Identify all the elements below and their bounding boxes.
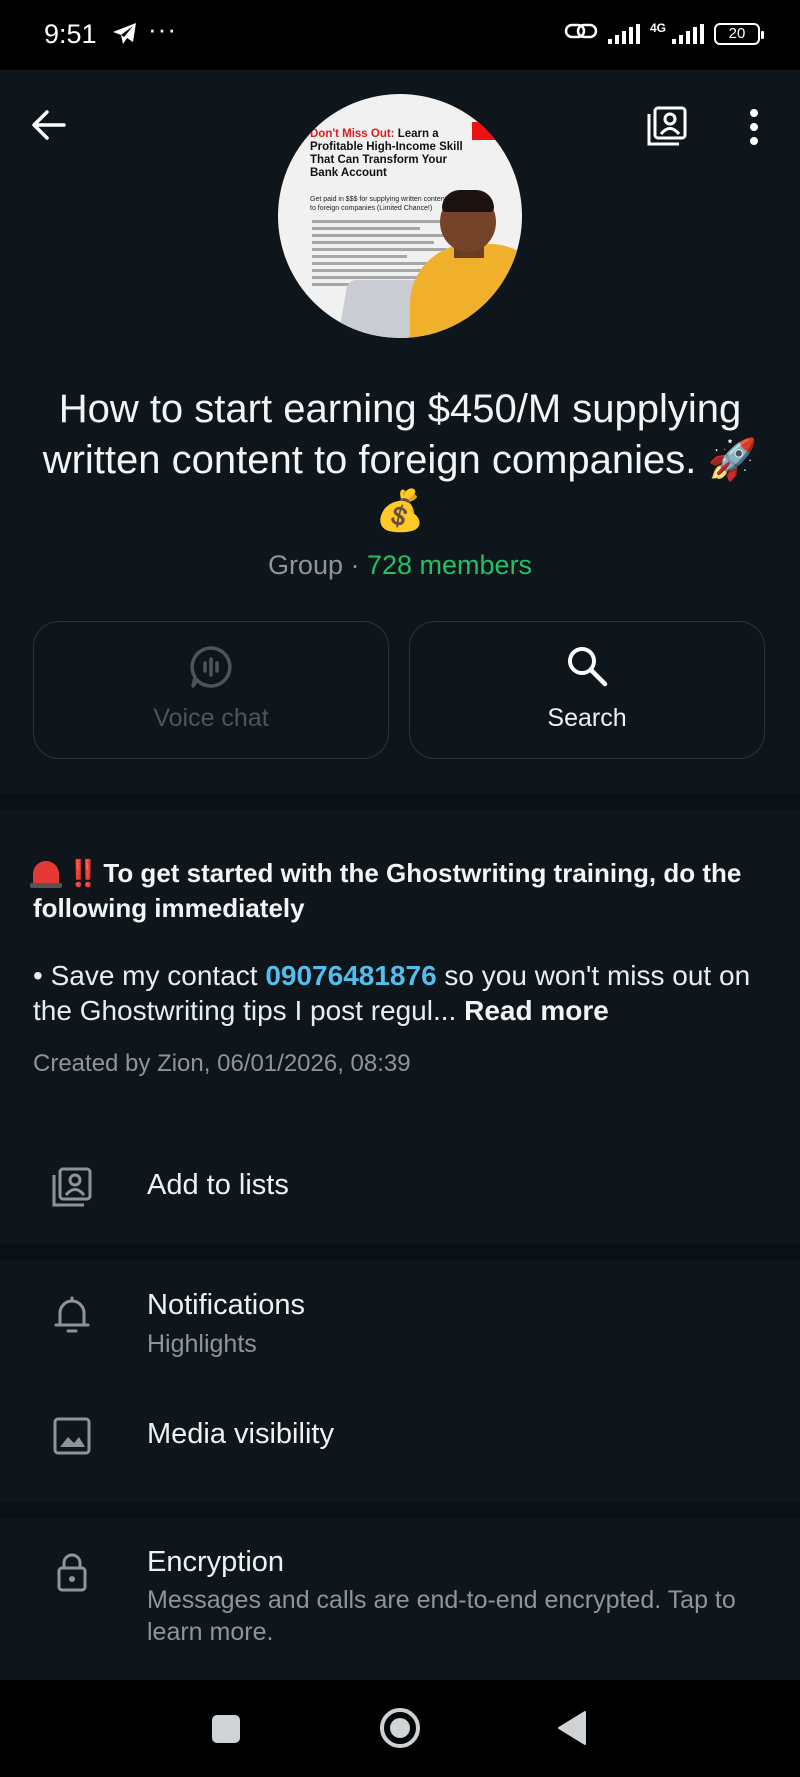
description-body-prefix: • Save my contact xyxy=(33,960,266,991)
phone-number-link[interactable]: 09076481876 xyxy=(265,960,436,991)
add-to-lists-section: Add to lists xyxy=(0,1130,800,1244)
back-nav-button[interactable] xyxy=(557,1710,587,1751)
double-exclamation-icon: ‼️ xyxy=(67,858,100,888)
image-icon xyxy=(53,1417,91,1455)
notifications-value: Highlights xyxy=(147,1330,257,1358)
read-more-link[interactable]: Read more xyxy=(464,995,609,1026)
notifications-label: Notifications xyxy=(147,1289,305,1321)
home-button[interactable] xyxy=(378,1706,422,1755)
encryption-description: Messages and calls are end-to-end encryp… xyxy=(147,1586,736,1646)
settings-section: Notifications Highlights Media visibilit… xyxy=(0,1260,800,1502)
group-header: Don't Miss Out: Learn a Profitable High-… xyxy=(0,70,800,794)
search-label: Search xyxy=(547,704,627,732)
person-hair xyxy=(442,190,494,212)
poster-tag xyxy=(472,122,512,140)
telegram-icon xyxy=(112,22,138,51)
media-visibility-label: Media visibility xyxy=(147,1418,334,1450)
signal-icon xyxy=(607,23,640,44)
status-time: 9:51 xyxy=(44,19,97,49)
poster-headline-red: Don't Miss Out: xyxy=(310,128,395,140)
recents-button[interactable] xyxy=(211,1714,241,1749)
back-button[interactable] xyxy=(30,108,68,147)
search-icon xyxy=(568,647,608,687)
group-type-label: Group · xyxy=(267,550,367,580)
battery-level: 20 xyxy=(728,25,746,42)
back-triangle-icon xyxy=(558,1711,586,1745)
lock-icon xyxy=(57,1553,87,1592)
encryption-label: Encryption xyxy=(147,1546,285,1578)
group-title: How to start earning $450/M supplying wr… xyxy=(42,387,758,533)
network-type: 4G xyxy=(649,20,666,35)
poster-headline: Don't Miss Out: Learn a Profitable High-… xyxy=(310,128,470,180)
siren-icon xyxy=(30,861,62,888)
system-nav-bar xyxy=(0,1680,800,1777)
group-meta: Group · 728 members xyxy=(0,550,800,581)
status-bar: 9:51 ··· 4G 20 xyxy=(0,0,800,70)
add-to-lists-row[interactable]: Add to lists xyxy=(0,1130,800,1244)
encryption-section: Encryption Messages and calls are end-to… xyxy=(0,1518,800,1680)
add-to-list-icon xyxy=(647,106,687,146)
group-avatar[interactable]: Don't Miss Out: Learn a Profitable High-… xyxy=(278,94,522,338)
voice-chat-button[interactable]: Voice chat xyxy=(33,621,389,759)
signal-icon-2 xyxy=(672,23,704,44)
more-options-button[interactable] xyxy=(742,108,766,151)
add-to-list-icon xyxy=(52,1167,92,1207)
description-headline: ‼️ To get started with the Ghostwriting t… xyxy=(30,856,763,926)
home-circle-icon xyxy=(380,1708,420,1748)
search-button[interactable]: Search xyxy=(409,621,765,759)
notifications-row[interactable]: Notifications Highlights xyxy=(0,1260,800,1380)
back-arrow-icon xyxy=(32,110,66,140)
group-description[interactable]: ‼️ To get started with the Ghostwriting t… xyxy=(0,810,800,1130)
members-count[interactable]: 728 members xyxy=(367,550,532,580)
status-overflow-dots: ··· xyxy=(148,14,177,44)
bell-icon xyxy=(54,1296,90,1333)
add-to-lists-label: Add to lists xyxy=(147,1169,289,1201)
encryption-row[interactable]: Encryption Messages and calls are end-to… xyxy=(0,1518,800,1680)
description-body: • Save my contact 09076481876 so you won… xyxy=(33,958,773,1028)
description-headline-text: To get started with the Ghostwriting tra… xyxy=(33,858,742,923)
voice-chat-label: Voice chat xyxy=(153,704,269,732)
status-right-icons: 4G 20 xyxy=(564,20,764,47)
media-visibility-row[interactable]: Media visibility xyxy=(0,1380,800,1502)
more-vert-icon xyxy=(750,109,758,145)
poster-subline: Get paid in $$$ for supplying written co… xyxy=(310,196,447,212)
link-icon xyxy=(564,20,598,47)
add-to-list-button[interactable] xyxy=(645,104,689,153)
created-by-text: Created by Zion, 06/01/2026, 08:39 xyxy=(33,1050,411,1077)
voice-chat-icon xyxy=(190,646,232,688)
battery-icon: 20 xyxy=(714,22,764,45)
recents-square-icon xyxy=(212,1715,240,1743)
